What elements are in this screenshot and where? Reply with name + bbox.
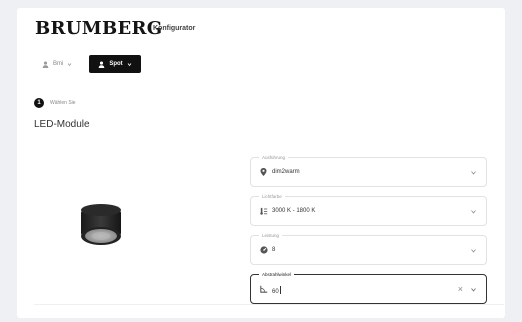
field-label: Leistung xyxy=(259,232,283,239)
step-hint: Wählen Sie xyxy=(50,100,76,106)
field-label: Abstrahlwinkel xyxy=(259,271,295,278)
brand-logo: BRUMBERG xyxy=(35,18,163,39)
lichtfarbe-select[interactable]: Lichtfarbe 3000 K - 1800 K xyxy=(250,193,487,226)
text-caret xyxy=(279,286,281,294)
mode-button-bmi[interactable]: Bmi xyxy=(35,55,79,73)
chevron-down-icon xyxy=(127,62,132,66)
leistung-select[interactable]: Leistung 8 xyxy=(250,232,487,265)
field-value: 3000 K - 1800 K xyxy=(272,208,316,214)
mode-switch: Bmi Spot xyxy=(35,55,141,73)
field-label: Ausführung xyxy=(259,154,289,161)
field-label: Lichtfarbe xyxy=(259,193,285,200)
thermometer-icon xyxy=(260,207,268,215)
configurator-card: BRUMBERG Konfigurator Bmi Spot 1 Wählen … xyxy=(17,8,505,318)
person-icon xyxy=(99,61,105,68)
section-title: LED-Module xyxy=(34,119,90,130)
chevron-down-icon[interactable] xyxy=(471,249,476,253)
mode-button-spot[interactable]: Spot xyxy=(89,55,141,73)
abstrahlwinkel-select[interactable]: Abstrahlwinkel 60 × xyxy=(250,271,487,304)
field-value: 8 xyxy=(272,247,276,253)
person-icon xyxy=(42,61,49,68)
field-input[interactable]: 60 xyxy=(272,286,281,295)
step-indicator: 1 Wählen Sie xyxy=(34,98,76,108)
chevron-down-icon[interactable] xyxy=(471,171,476,175)
chevron-down-icon xyxy=(68,62,72,66)
gauge-icon xyxy=(260,246,268,254)
led-module-image xyxy=(81,204,121,245)
chevron-down-icon[interactable] xyxy=(471,288,476,292)
chevron-down-icon[interactable] xyxy=(471,210,476,214)
step-number-badge: 1 xyxy=(34,98,44,108)
field-value: dim2warm xyxy=(272,169,300,175)
page-subtitle: Konfigurator xyxy=(153,25,196,32)
pin-icon xyxy=(260,168,267,176)
clear-icon[interactable]: × xyxy=(458,284,463,294)
ausfuehrung-select[interactable]: Ausführung dim2warm xyxy=(250,154,487,187)
divider xyxy=(34,304,504,305)
mode-label: Spot xyxy=(109,61,123,67)
mode-label: Bmi xyxy=(53,61,64,67)
angle-icon xyxy=(260,285,268,293)
field-value: 60 xyxy=(272,289,279,295)
